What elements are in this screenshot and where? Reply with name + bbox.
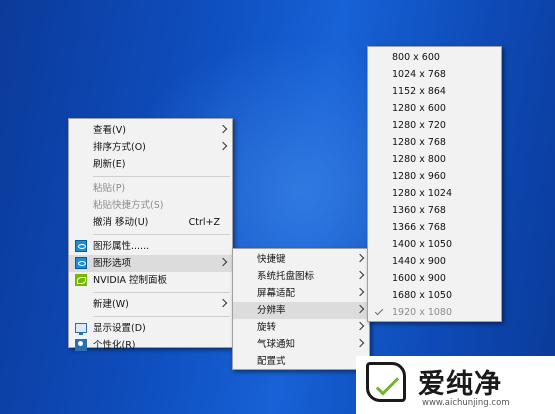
resolution-label: 1280 x 768: [392, 137, 446, 148]
intel-graphics-icon: [75, 257, 87, 269]
shortcut-text: Ctrl+Z: [188, 217, 220, 228]
resolution-label: 1360 x 768: [392, 205, 446, 216]
resolution-option[interactable]: 1680 x 1050: [368, 287, 501, 304]
submenu-arrow-icon: [218, 298, 228, 308]
submenu-arrow-icon: [355, 287, 365, 297]
resolution-label: 1280 x 600: [392, 103, 446, 114]
resolution-label: 1280 x 720: [392, 120, 446, 131]
menu-item-paste: 粘贴(P): [69, 180, 232, 197]
submenu-arrow-icon: [218, 141, 228, 151]
menu-item-label: 粘贴(P): [93, 183, 126, 194]
resolution-label: 1400 x 1050: [392, 239, 453, 250]
menu-item-refresh[interactable]: 刷新(E): [69, 156, 232, 173]
watermark-title: 爱纯净: [418, 369, 502, 400]
checkmark-icon: [374, 306, 384, 316]
resolution-label: 1920 x 1080: [392, 307, 453, 318]
menu-item-label: 屏幕适配: [257, 288, 296, 299]
menu-item-label: 排序方式(O): [93, 142, 146, 153]
resolution-label: 1280 x 1024: [392, 188, 453, 199]
resolution-option[interactable]: 1280 x 720: [368, 117, 501, 134]
menu-item-paste-shortcut: 粘贴快捷方式(S): [69, 197, 232, 214]
resolution-option[interactable]: 1280 x 1024: [368, 185, 501, 202]
resolution-option[interactable]: 1366 x 768: [368, 219, 501, 236]
submenu-item-tray-icon[interactable]: 系统托盘图标: [233, 268, 369, 285]
menu-item-display-settings[interactable]: 显示设置(D): [69, 320, 232, 337]
menu-item-label: 配置式: [257, 356, 286, 367]
resolution-option[interactable]: 1280 x 960: [368, 168, 501, 185]
menu-item-personalize[interactable]: 个性化(R): [69, 337, 232, 354]
nvidia-icon: [75, 274, 87, 286]
resolution-label: 1152 x 864: [392, 86, 446, 97]
submenu-item-resolution[interactable]: 分辨率: [233, 302, 369, 319]
menu-item-new[interactable]: 新建(W): [69, 296, 232, 313]
menu-item-label: 刷新(E): [93, 159, 126, 170]
aichunjing-logo-icon: [366, 362, 406, 402]
menu-item-label: 查看(V): [93, 125, 126, 136]
menu-item-label: 分辨率: [257, 305, 286, 316]
menu-item-label: 粘贴快捷方式(S): [93, 200, 164, 211]
watermark-url: www.aichunjing.com: [422, 398, 510, 408]
resolution-option[interactable]: 1360 x 768: [368, 202, 501, 219]
resolution-option[interactable]: 1440 x 900: [368, 253, 501, 270]
display-icon: [75, 323, 87, 335]
menu-item-sort-by[interactable]: 排序方式(O): [69, 139, 232, 156]
submenu-arrow-icon: [355, 338, 365, 348]
menu-divider: [93, 316, 230, 317]
menu-item-label: 系统托盘图标: [257, 271, 315, 282]
menu-item-label: NVIDIA 控制面板: [93, 275, 168, 286]
submenu-item-balloon-notify[interactable]: 气球通知: [233, 336, 369, 353]
submenu-arrow-icon: [355, 253, 365, 263]
menu-item-label: 图形选项: [93, 258, 132, 269]
resolution-label: 1680 x 1050: [392, 290, 453, 301]
resolution-submenu: 800 x 600 1024 x 768 1152 x 864 1280 x 6…: [367, 46, 502, 322]
resolution-label: 1366 x 768: [392, 222, 446, 233]
resolution-option[interactable]: 1600 x 900: [368, 270, 501, 287]
menu-item-label: 气球通知: [257, 339, 296, 350]
resolution-option[interactable]: 1280 x 800: [368, 151, 501, 168]
resolution-label: 800 x 600: [392, 52, 440, 63]
submenu-item-rotation[interactable]: 旋转: [233, 319, 369, 336]
resolution-label: 1280 x 800: [392, 154, 446, 165]
menu-item-label: 新建(W): [93, 299, 129, 310]
intel-graphics-icon: [75, 240, 87, 252]
menu-item-label: 显示设置(D): [93, 323, 146, 334]
submenu-arrow-icon: [355, 321, 365, 331]
resolution-label: 1280 x 960: [392, 171, 446, 182]
submenu-item-profiles[interactable]: 配置式: [233, 353, 369, 370]
personalize-icon: [75, 339, 87, 351]
menu-item-view[interactable]: 查看(V): [69, 122, 232, 139]
resolution-option[interactable]: 1024 x 768: [368, 66, 501, 83]
submenu-arrow-icon: [218, 124, 228, 134]
menu-item-label: 旋转: [257, 322, 277, 333]
watermark: 爱纯净 www.aichunjing.com: [356, 356, 555, 414]
resolution-option[interactable]: 800 x 600: [368, 49, 501, 66]
menu-item-nvidia-control-panel[interactable]: NVIDIA 控制面板: [69, 272, 232, 289]
submenu-arrow-icon: [218, 257, 228, 267]
submenu-arrow-icon: [355, 304, 365, 314]
submenu-item-panel-fit[interactable]: 屏幕适配: [233, 285, 369, 302]
desktop-context-menu: 查看(V) 排序方式(O) 刷新(E) 粘贴(P) 粘贴快捷方式(S) 撤消 移…: [68, 118, 233, 351]
menu-item-graphics-properties[interactable]: 图形属性......: [69, 238, 232, 255]
menu-item-label: 快捷键: [257, 254, 286, 265]
menu-divider: [93, 292, 230, 293]
resolution-option-selected[interactable]: 1920 x 1080: [368, 304, 501, 321]
resolution-option[interactable]: 1280 x 600: [368, 100, 501, 117]
submenu-arrow-icon: [355, 270, 365, 280]
menu-divider: [93, 234, 230, 235]
resolution-option[interactable]: 1280 x 768: [368, 134, 501, 151]
menu-item-undo-move[interactable]: 撤消 移动(U) Ctrl+Z: [69, 214, 232, 231]
menu-item-graphics-options[interactable]: 图形选项: [69, 255, 232, 272]
resolution-option[interactable]: 1400 x 1050: [368, 236, 501, 253]
resolution-label: 1600 x 900: [392, 273, 446, 284]
menu-item-label: 个性化(R): [93, 340, 136, 351]
resolution-label: 1440 x 900: [392, 256, 446, 267]
submenu-item-hotkeys[interactable]: 快捷键: [233, 251, 369, 268]
graphics-options-submenu: 快捷键 系统托盘图标 屏幕适配 分辨率 旋转 气球通知 配置式: [232, 248, 370, 370]
menu-divider: [93, 176, 230, 177]
resolution-option[interactable]: 1152 x 864: [368, 83, 501, 100]
resolution-label: 1024 x 768: [392, 69, 446, 80]
menu-item-label: 图形属性......: [93, 241, 150, 252]
menu-item-label: 撤消 移动(U): [93, 217, 149, 228]
